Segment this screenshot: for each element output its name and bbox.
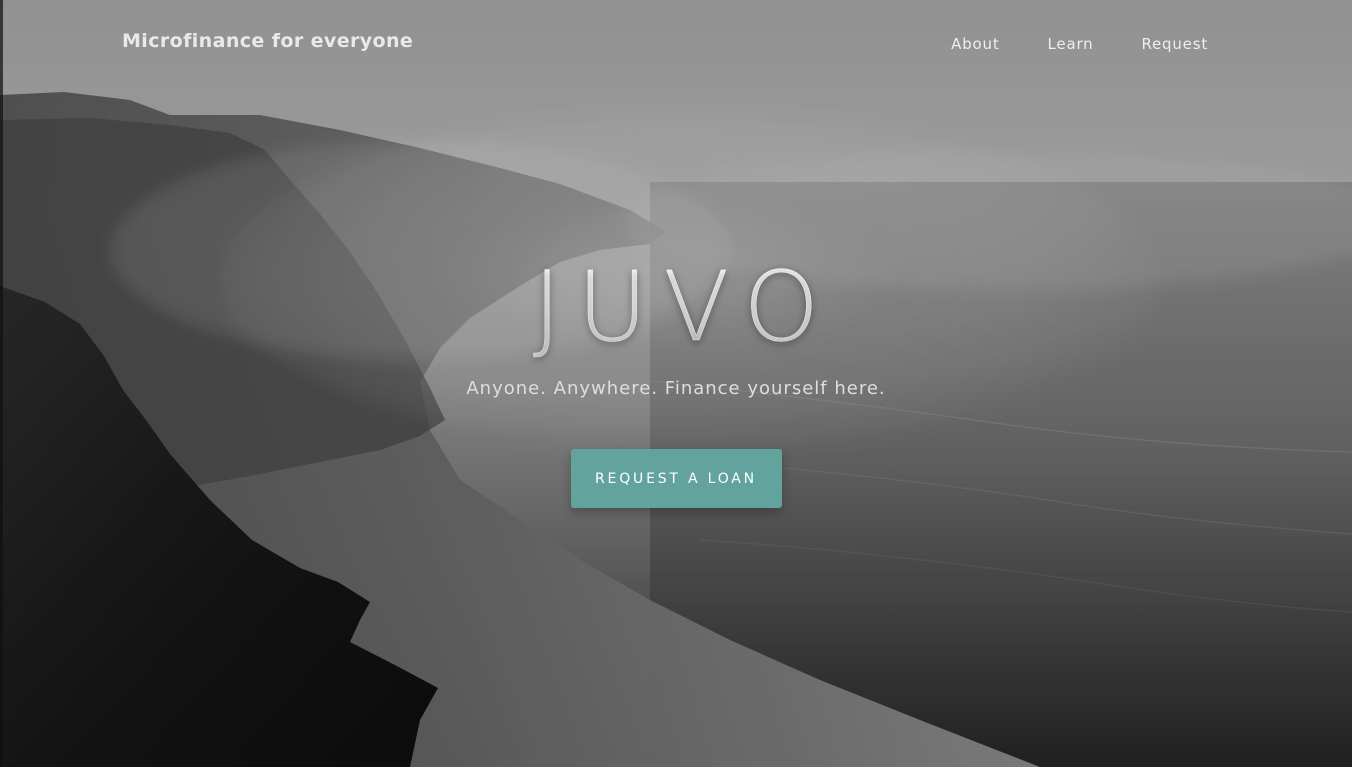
brand-link[interactable]: Microfinance for everyone xyxy=(122,30,413,52)
nav-link-request[interactable]: Request xyxy=(1141,35,1208,53)
nav-item-about: About xyxy=(951,34,999,53)
cta-container: REQUEST A LOAN xyxy=(0,449,1352,508)
main-nav: About Learn Request xyxy=(951,34,1208,53)
nav-link-learn[interactable]: Learn xyxy=(1048,35,1094,53)
site-header: Microfinance for everyone About Learn Re… xyxy=(0,0,1352,86)
hero-section: JUVO Anyone. Anywhere. Finance yourself … xyxy=(0,248,1352,508)
juvo-wordmark: JUVO xyxy=(533,248,835,366)
nav-link-about[interactable]: About xyxy=(951,35,999,53)
hero-subtitle: Anyone. Anywhere. Finance yourself here. xyxy=(466,378,886,399)
request-loan-button[interactable]: REQUEST A LOAN xyxy=(570,449,782,508)
landing-page: Microfinance for everyone About Learn Re… xyxy=(0,0,1352,767)
hero-title: JUVO xyxy=(0,248,1352,366)
nav-item-learn: Learn xyxy=(1048,34,1094,53)
nav-item-request: Request xyxy=(1141,34,1208,53)
